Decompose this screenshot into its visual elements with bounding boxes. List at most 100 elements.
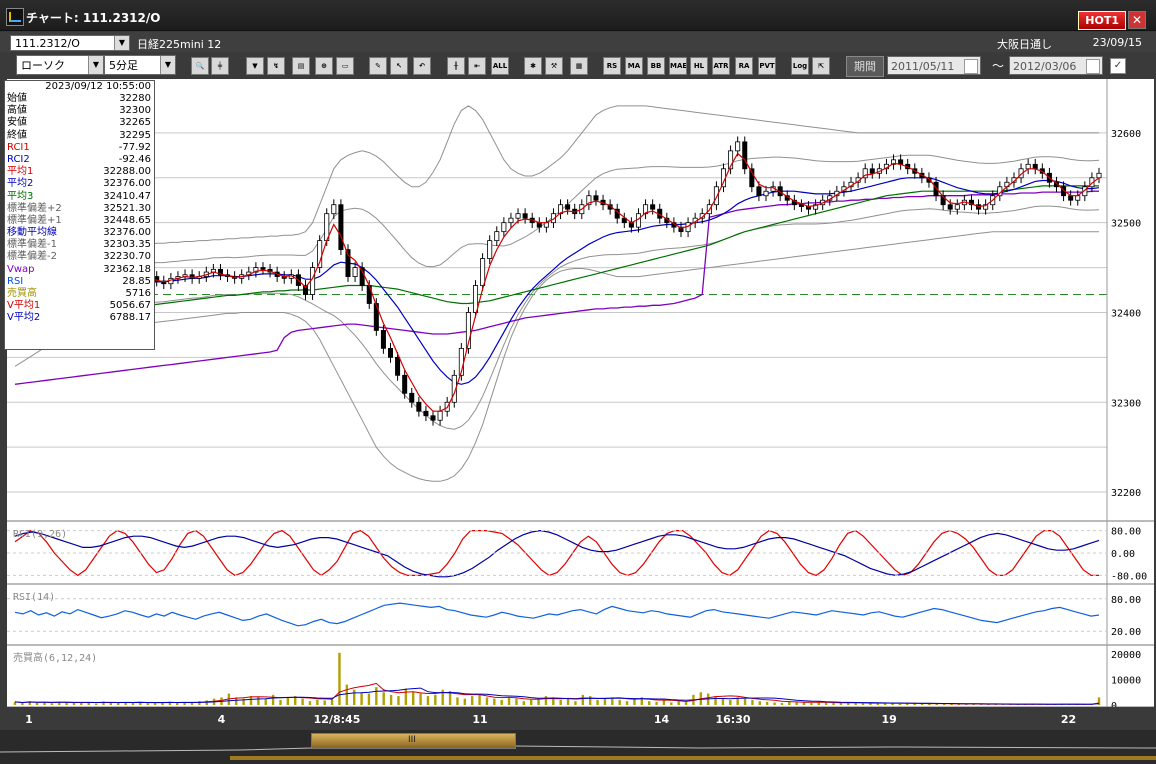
candle-body bbox=[1025, 163, 1031, 170]
info-row: 標準偏差-2 32230.70 bbox=[5, 251, 154, 263]
info-value: 6788.17 bbox=[109, 312, 151, 324]
toolbar-ind-rs-button[interactable]: RS bbox=[603, 57, 621, 75]
toolbar-pen-button[interactable]: ✎ bbox=[369, 57, 387, 75]
hot-button[interactable]: HOT1 bbox=[1078, 11, 1126, 30]
chevron-down-icon[interactable]: ▼ bbox=[88, 56, 103, 74]
toolbar-chart-a-button[interactable]: ↯ bbox=[267, 57, 285, 75]
volume-bar bbox=[824, 702, 828, 705]
info-row: 始値 32280 bbox=[5, 93, 154, 105]
info-row: RSI 28.85 bbox=[5, 276, 154, 288]
info-value: 32265 bbox=[119, 117, 151, 129]
candle-body bbox=[338, 204, 344, 251]
toolbar-ind-atr-button[interactable]: ATR bbox=[712, 57, 730, 75]
time-axis-label: 19 bbox=[881, 713, 897, 726]
toolbar-chart-c-button[interactable]: ⊕ bbox=[315, 57, 333, 75]
candle-body bbox=[380, 330, 386, 349]
time-axis-label: 4 bbox=[217, 713, 226, 726]
volume-bar bbox=[493, 698, 496, 705]
volume-axis-label: 20000 bbox=[1111, 650, 1141, 661]
info-row: RCI1 -77.92 bbox=[5, 142, 154, 154]
interval-select[interactable]: 5分足 ▼ bbox=[104, 55, 176, 75]
volume-bar bbox=[662, 700, 666, 705]
toolbar-wrench-button[interactable]: ⚒ bbox=[545, 57, 563, 75]
toolbar-ind-mae-button[interactable]: MAE bbox=[669, 57, 687, 75]
scrollbar-thumb[interactable]: III bbox=[311, 733, 516, 749]
volume-bar bbox=[574, 701, 577, 705]
volume-bar bbox=[463, 698, 467, 705]
volume-bar bbox=[426, 696, 430, 705]
toolbar-ind-hl-button[interactable]: HL bbox=[690, 57, 708, 75]
info-label: 平均1 bbox=[7, 166, 34, 178]
toolbar-down-button[interactable]: ▼ bbox=[246, 57, 264, 75]
grip-icon: III bbox=[408, 735, 416, 745]
candle-body bbox=[501, 222, 507, 233]
chevron-down-icon[interactable]: ▼ bbox=[160, 56, 175, 74]
period-checkbox[interactable]: ✓ bbox=[1110, 58, 1126, 74]
calendar-icon[interactable] bbox=[1086, 59, 1100, 74]
toolbar-chart-d-button[interactable]: ▭ bbox=[336, 57, 354, 75]
toolbar-export-button[interactable]: ⇱ bbox=[812, 57, 830, 75]
toolbar-line-b-button[interactable]: ⇤ bbox=[468, 57, 486, 75]
toolbar-all-button[interactable]: ALL bbox=[491, 57, 509, 75]
info-label: 平均2 bbox=[7, 178, 34, 190]
header-date: 23/09/15 bbox=[1092, 36, 1142, 49]
volume-bar bbox=[677, 701, 680, 705]
period-button[interactable]: 期間 bbox=[846, 56, 884, 77]
toolbar-chart-b-button[interactable]: ▤ bbox=[292, 57, 310, 75]
info-label: V平均1 bbox=[7, 300, 41, 312]
toolbar-crosshair-button[interactable]: ╪ bbox=[211, 57, 229, 75]
toolbar-cursor-button[interactable]: ↖ bbox=[390, 57, 408, 75]
volume-bar bbox=[286, 697, 290, 705]
volume-bar bbox=[323, 700, 326, 705]
overview-strip bbox=[0, 745, 1156, 760]
candle-body bbox=[536, 222, 542, 228]
volume-bar bbox=[131, 702, 135, 705]
info-row: RCI2 -92.46 bbox=[5, 154, 154, 166]
volume-bar bbox=[684, 701, 688, 705]
candle-body bbox=[416, 401, 422, 412]
time-scrollbar[interactable]: III bbox=[0, 730, 1156, 760]
candle-body bbox=[565, 204, 571, 210]
volume-bar bbox=[470, 696, 474, 705]
date-to-input[interactable]: 2012/03/06 bbox=[1009, 56, 1103, 75]
rsi-panel-label: RSI(14) bbox=[13, 592, 55, 603]
calendar-icon[interactable] bbox=[964, 59, 978, 74]
chevron-down-icon[interactable]: ▼ bbox=[114, 36, 129, 50]
volume-bar bbox=[382, 692, 385, 705]
toolbar-line-a-button[interactable]: ╫ bbox=[447, 57, 465, 75]
volume-bar bbox=[721, 698, 725, 705]
toolbar-ind-ma-button[interactable]: MA bbox=[625, 57, 643, 75]
info-rows: 始値 32280 高値 32300 安値 32265 終値 32295 RCI1 -77.92 RC… bbox=[5, 93, 154, 325]
time-axis-label: 12/8:45 bbox=[313, 713, 361, 726]
close-button[interactable]: ✕ bbox=[1128, 11, 1146, 29]
toolbar-ind-pvt-button[interactable]: PVT bbox=[758, 57, 776, 75]
toolbar-ind-ra-button[interactable]: RA bbox=[735, 57, 753, 75]
info-row: Vwap 32362.18 bbox=[5, 264, 154, 276]
volume-bar bbox=[456, 697, 459, 705]
toolbar-log-button[interactable]: Log bbox=[791, 57, 809, 75]
symbol-name: 日経225mini 12 bbox=[137, 38, 222, 51]
toolbar-undo-button[interactable]: ↶ bbox=[413, 57, 431, 75]
toolbar-ind-bb-button[interactable]: BB bbox=[647, 57, 665, 75]
candle-body bbox=[522, 213, 528, 219]
volume-bar bbox=[485, 697, 489, 705]
volume-bar bbox=[50, 703, 54, 705]
date-from-input[interactable]: 2011/05/11 bbox=[887, 56, 981, 75]
volume-bar bbox=[176, 702, 179, 705]
candle-body bbox=[869, 168, 875, 174]
price-tick-label: 32600 bbox=[1111, 129, 1141, 140]
toolbar-zoom-button[interactable]: 🔍 bbox=[191, 57, 209, 75]
toolbar-gear-button[interactable]: ✱ bbox=[524, 57, 542, 75]
symbol-input[interactable]: 111.2312/O ▼ bbox=[10, 35, 130, 51]
info-timestamp: 2023/09/12 10:55:00 bbox=[45, 81, 151, 92]
info-value: 5056.67 bbox=[109, 300, 151, 312]
candle-body bbox=[1075, 195, 1081, 201]
chart-type-select[interactable]: ローソク ▼ bbox=[16, 55, 104, 75]
chart-svg[interactable]: 32600 32500 32400 32300 32200 80.00 0.00 -80.00… bbox=[7, 79, 1154, 712]
volume-bar bbox=[765, 701, 769, 705]
toolbar-palette-button[interactable]: ▦ bbox=[570, 57, 588, 75]
chart-area[interactable]: 32600 32500 32400 32300 32200 80.00 0.00 -80.00… bbox=[7, 79, 1154, 712]
info-value: -77.92 bbox=[118, 141, 151, 153]
volume-bar bbox=[338, 652, 341, 705]
candle-body bbox=[650, 204, 656, 210]
